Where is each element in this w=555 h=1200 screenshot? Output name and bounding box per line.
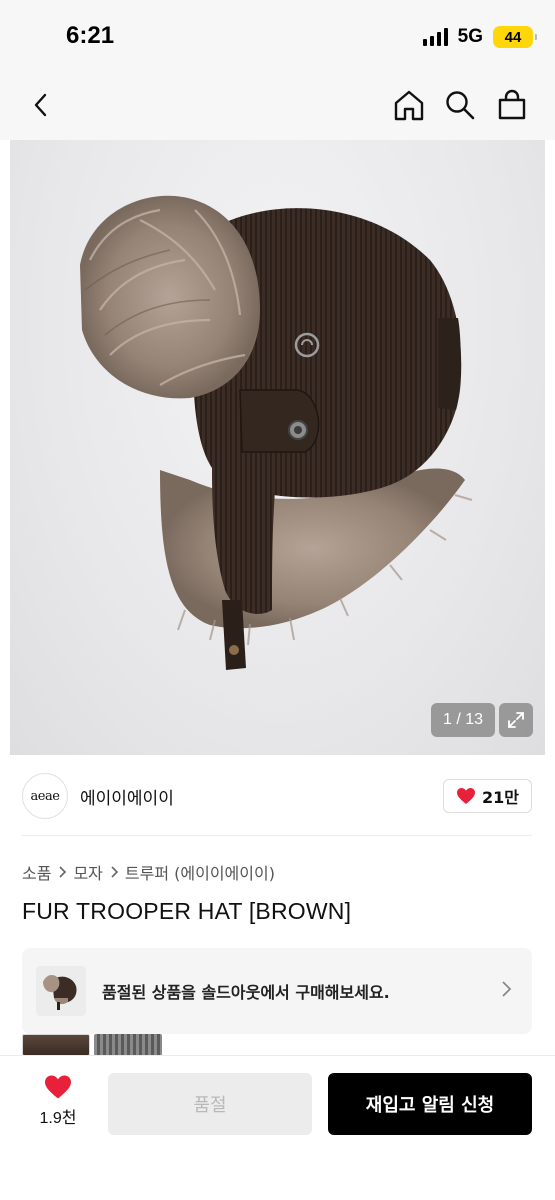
home-button[interactable] [390,86,428,124]
signal-icon [422,28,448,46]
battery-icon: 44 [493,26,537,48]
network-label: 5G [457,26,483,47]
brand-name[interactable]: 에이이에이이 [80,784,174,809]
chevron-right-icon [500,980,512,1002]
status-bar: 6:21 5G 44 [0,0,555,72]
back-button[interactable] [22,86,60,124]
bottom-action-bar: 1.9천 품절 재입고 알림 신청 [0,1055,555,1200]
thumbnail-item[interactable] [22,1034,90,1056]
status-time: 6:21 [66,22,115,49]
top-navigation [0,72,555,140]
soldout-button[interactable]: 품절 [108,1073,312,1135]
product-image-gallery[interactable]: 1 / 13 [10,140,545,755]
thumbnail-item[interactable] [94,1034,162,1056]
chevron-right-icon [57,865,67,879]
brand-like-count: 21만 [482,788,519,807]
status-indicators: 5G 44 [422,24,537,50]
chevron-right-icon [109,865,119,879]
banner-thumbnail [36,966,86,1016]
shopping-bag-icon [498,89,526,120]
wishlist-button[interactable]: 1.9천 [28,1074,88,1128]
product-title: FUR TROOPER HAT [BROWN] [22,898,352,924]
divider [22,835,532,836]
thumbnail-strip [22,1034,162,1056]
image-counter: 1 / 13 [431,703,495,737]
restock-alert-button[interactable]: 재입고 알림 신청 [328,1073,532,1135]
search-icon [446,91,475,120]
breadcrumb-item[interactable]: 모자 [73,860,102,884]
cart-button[interactable] [493,86,531,124]
brand-logo[interactable]: aeae [22,773,68,819]
breadcrumb-item[interactable]: 트루퍼 (에이이에이이) [125,860,275,884]
brand-like-button[interactable]: 21만 [443,779,532,813]
chevron-left-icon [34,93,47,117]
soldout-banner[interactable]: 품절된 상품을 솔드아웃에서 구매해보세요. [22,948,532,1034]
soldout-banner-text: 품절된 상품을 솔드아웃에서 구매해보세요. [102,983,390,1002]
brand-row: aeae 에이이에이이 21만 [22,770,532,822]
search-button[interactable] [441,86,479,124]
breadcrumb: 소품 모자 트루퍼 (에이이에이이) [22,860,275,884]
expand-button[interactable] [499,703,533,737]
expand-icon [508,712,524,728]
heart-icon [45,1075,71,1099]
wishlist-count: 1.9천 [39,1110,77,1127]
breadcrumb-item[interactable]: 소품 [22,860,51,884]
home-icon [394,90,424,121]
heart-icon [457,788,475,804]
product-photo [80,195,473,670]
